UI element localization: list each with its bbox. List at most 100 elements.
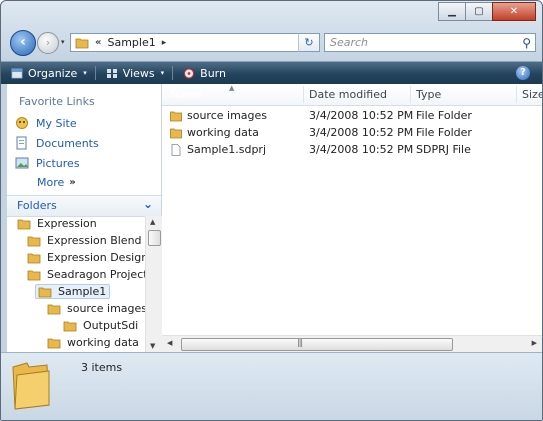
sort-ascending-icon: ▲	[229, 84, 235, 92]
file-type: File Folder	[416, 126, 472, 139]
scroll-down-icon[interactable]: ▼	[150, 342, 155, 350]
column-divider[interactable]	[516, 86, 517, 103]
tree-item-label: Sample1	[58, 285, 107, 298]
scroll-up-icon[interactable]: ▲	[150, 218, 155, 226]
search-box[interactable]: Search ⚲	[324, 33, 536, 52]
folder-icon	[170, 128, 182, 138]
scroll-left-icon[interactable]: ◀	[167, 339, 172, 347]
column-divider[interactable]	[410, 86, 411, 103]
tree-item-outputsdi[interactable]: OutputSdi	[63, 319, 138, 332]
title-bar: ▁ ▢ ✕	[1, 1, 542, 25]
breadcrumb-sample1[interactable]: Sample1	[107, 36, 155, 49]
tree-item-label: source images	[67, 302, 145, 315]
tree-item-working-data[interactable]: working data	[47, 336, 139, 349]
folder-icon	[38, 287, 52, 297]
favorite-my-site[interactable]: My Site	[15, 116, 77, 130]
file-date: 3/4/2008 10:52 PM	[309, 143, 414, 156]
refresh-button[interactable]: ↻	[298, 33, 320, 52]
scroll-thumb[interactable]	[148, 230, 161, 246]
column-size[interactable]: Size	[522, 88, 542, 101]
window-controls: ▁ ▢ ✕	[438, 2, 536, 21]
item-count: 3 items	[81, 361, 123, 374]
file-name-cell: Sample1.sdprj	[170, 143, 266, 156]
minimize-button[interactable]: ▁	[438, 2, 466, 21]
organize-button[interactable]: Organize ▾	[11, 67, 87, 80]
tree-item-label: Expression Design	[47, 251, 145, 264]
file-name-cell: working data	[170, 126, 259, 139]
toolbar-divider	[94, 66, 96, 80]
back-arrow-icon[interactable]: ‹	[10, 30, 36, 56]
toolbar-divider	[172, 66, 174, 80]
burn-button[interactable]: Burn	[183, 67, 226, 80]
help-icon[interactable]: ?	[516, 66, 530, 80]
tree-item-source-images[interactable]: source images	[47, 302, 145, 315]
folders-header[interactable]: Folders ⌄	[7, 195, 161, 217]
search-icon[interactable]: ⚲	[522, 36, 531, 50]
tree-item-sample1[interactable]: Sample1	[35, 284, 111, 299]
close-button[interactable]: ✕	[492, 2, 536, 21]
documents-icon	[16, 136, 27, 150]
details-pane: 3 items	[1, 352, 542, 420]
tree-item-seadragon-projects[interactable]: Seadragon Projects	[27, 268, 145, 281]
address-prefix[interactable]: «	[95, 37, 101, 48]
file-name: working data	[187, 126, 259, 139]
file-type: SDPRJ File	[416, 143, 471, 156]
folder-icon	[27, 270, 41, 280]
file-name: source images	[187, 109, 268, 122]
folder-tree-scrollbar[interactable]: ▲ ▼	[145, 216, 162, 352]
tree-item-label: Seadragon Projects	[47, 268, 145, 281]
file-type: File Folder	[416, 109, 472, 122]
folder-icon	[47, 338, 61, 348]
favorite-documents[interactable]: Documents	[15, 136, 99, 150]
table-row[interactable]: Sample1.sdprj 3/4/2008 10:52 PM SDPRJ Fi…	[162, 142, 542, 158]
organize-label: Organize	[28, 66, 78, 80]
column-date-modified[interactable]: Date modified	[309, 88, 387, 101]
more-label: More	[37, 176, 65, 189]
large-folder-icon	[12, 362, 50, 410]
scroll-thumb[interactable]	[181, 338, 453, 351]
recent-pages-dropdown[interactable]: ▾	[61, 38, 65, 46]
file-name-cell: source images	[170, 109, 267, 122]
tree-item-expression[interactable]: Expression	[17, 217, 97, 230]
navigation-pane: Favorite Links My Site Documents Picture…	[7, 84, 162, 352]
folder-tree: Expression Expression Blend Pro Expressi…	[7, 216, 145, 352]
maximize-button[interactable]: ▢	[465, 2, 493, 21]
favorites-more-link[interactable]: More »	[37, 176, 76, 189]
tree-item-label: OutputSdi	[83, 319, 139, 332]
table-row[interactable]: working data 3/4/2008 10:52 PM File Fold…	[162, 125, 542, 141]
table-row[interactable]: source images 3/4/2008 10:52 PM File Fol…	[162, 108, 542, 124]
breadcrumb-separator-icon[interactable]: ▸	[162, 38, 167, 48]
folder-icon	[17, 219, 31, 229]
file-list: ▲ Name Date modified Type Size source im…	[162, 84, 542, 352]
folder-icon	[47, 304, 61, 314]
folder-icon	[27, 253, 41, 263]
views-icon	[106, 68, 117, 78]
favorite-pictures[interactable]: Pictures	[15, 156, 80, 170]
folder-icon	[75, 38, 89, 48]
file-list-horizontal-scrollbar[interactable]: ◀ ||| ▶	[162, 335, 542, 352]
favorite-links-header: Favorite Links	[19, 95, 95, 108]
file-icon	[171, 143, 181, 156]
column-name[interactable]: Name	[170, 88, 202, 101]
tree-item-expression-blend-pro[interactable]: Expression Blend Pro	[27, 234, 145, 247]
column-type[interactable]: Type	[416, 88, 441, 101]
chevron-down-icon: ⌄	[142, 197, 153, 211]
scroll-grip: |||	[297, 338, 303, 347]
folder-icon	[63, 321, 77, 331]
views-button[interactable]: Views ▾	[106, 67, 164, 80]
column-divider[interactable]	[303, 86, 304, 103]
scroll-right-icon[interactable]: ▶	[532, 339, 537, 347]
file-date: 3/4/2008 10:52 PM	[309, 109, 414, 122]
pictures-icon	[15, 157, 29, 169]
folders-label: Folders	[17, 199, 57, 212]
views-label: Views	[122, 66, 155, 80]
tree-item-label: Expression Blend Pro	[47, 234, 145, 247]
organize-icon	[11, 68, 23, 78]
double-chevron-icon: »	[69, 177, 76, 188]
tree-item-expression-design[interactable]: Expression Design	[27, 251, 145, 264]
search-input[interactable]: Search	[330, 36, 368, 49]
address-bar[interactable]: « Sample1 ▸ ▾	[70, 33, 320, 52]
file-date: 3/4/2008 10:52 PM	[309, 126, 414, 139]
forward-arrow-icon[interactable]: ›	[37, 32, 59, 54]
tree-item-label: working data	[67, 336, 139, 349]
